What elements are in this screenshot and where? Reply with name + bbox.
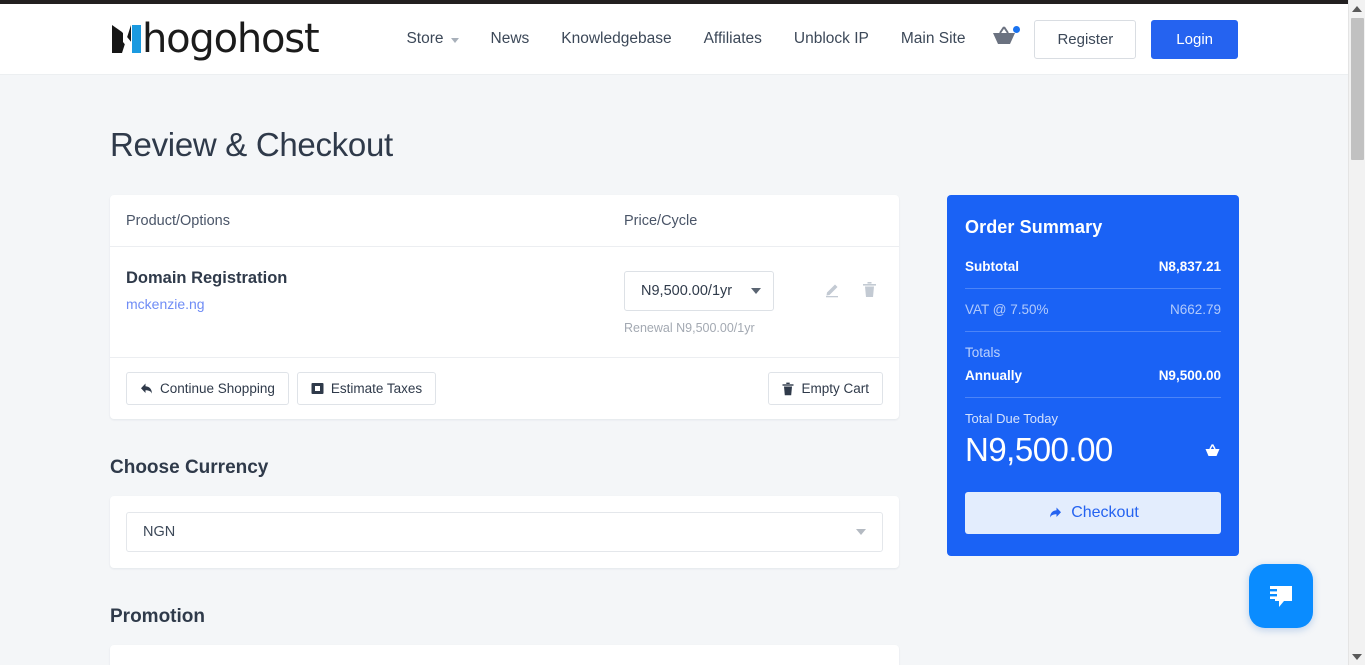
nav-label: Store (406, 30, 444, 47)
cart-badge-dot (1013, 26, 1021, 33)
vat-label: VAT @ 7.50% (965, 302, 1049, 317)
chat-widget-button[interactable] (1249, 564, 1313, 628)
annually-value: N9,500.00 (1158, 368, 1221, 383)
divider (965, 397, 1221, 398)
edit-item-button[interactable] (824, 281, 841, 298)
estimate-taxes-button[interactable]: Estimate Taxes (296, 372, 437, 405)
nav-label: News (490, 30, 530, 47)
page-content: Review & Checkout Product/Options Price/… (0, 75, 1348, 665)
choose-currency-title: Choose Currency (110, 457, 269, 478)
cart-card: Product/Options Price/Cycle Domain Regis… (110, 195, 899, 419)
summary-row-subtotal: Subtotal N8,837.21 (965, 259, 1221, 288)
site-header: hogohost Store News Knowledgebase Affili… (0, 4, 1348, 75)
cell-price: N9,500.00/1yr Renewal N9,500.00/1yr (624, 269, 824, 335)
main-nav: Store News Knowledgebase Affiliates Unbl… (406, 30, 965, 48)
estimate-taxes-label: Estimate Taxes (330, 381, 423, 396)
billing-cycle-select[interactable]: N9,500.00/1yr (624, 271, 774, 311)
scroll-up-button[interactable] (1349, 0, 1365, 17)
cart-table-header: Product/Options Price/Cycle (110, 195, 899, 247)
nav-item-knowledgebase[interactable]: Knowledgebase (561, 30, 671, 48)
scroll-up-arrow-icon (1352, 5, 1362, 12)
nav-item-unblock-ip[interactable]: Unblock IP (794, 30, 869, 48)
nav-item-main-site[interactable]: Main Site (901, 30, 966, 48)
register-button[interactable]: Register (1034, 19, 1137, 59)
page-scrollbar[interactable] (1348, 0, 1365, 665)
order-summary-title: Order Summary (965, 217, 1103, 237)
nav-item-news[interactable]: News (491, 30, 530, 48)
basket-icon (1205, 443, 1220, 456)
promotion-title: Promotion (110, 606, 205, 627)
logo-text: hogohost (142, 16, 320, 62)
nav-label: Affiliates (703, 30, 762, 47)
billing-cycle-value: N9,500.00/1yr (641, 283, 733, 299)
chevron-down-icon (751, 288, 761, 294)
divider (965, 331, 1221, 332)
renewal-note: Renewal N9,500.00/1yr (624, 321, 755, 335)
content-layout: Product/Options Price/Cycle Domain Regis… (110, 195, 1348, 665)
checkout-button[interactable]: Checkout (965, 492, 1221, 534)
summary-row-vat: VAT @ 7.50% N662.79 (965, 302, 1221, 331)
product-name: Domain Registration (126, 269, 288, 287)
cart-column: Product/Options Price/Cycle Domain Regis… (110, 195, 899, 665)
scroll-down-arrow-icon (1352, 653, 1362, 660)
totals-label: Totals (965, 345, 1001, 360)
nav-item-affiliates[interactable]: Affiliates (704, 30, 762, 48)
chevron-down-icon (856, 529, 866, 535)
trash-icon (863, 282, 876, 297)
whogohost-w-logo-icon (112, 25, 141, 53)
chat-bubble-icon (1266, 586, 1292, 607)
table-row: Domain Registration mckenzie.ng N9,500.0… (110, 247, 899, 358)
page-title: Review & Checkout (110, 126, 393, 163)
vat-value: N662.79 (1169, 302, 1221, 317)
product-domain-link[interactable]: mckenzie.ng (126, 296, 205, 312)
continue-shopping-label: Continue Shopping (160, 381, 275, 396)
header-actions: Register Login (991, 19, 1238, 59)
site-logo[interactable]: hogohost (110, 16, 320, 62)
nav-label: Main Site (900, 30, 966, 47)
arrow-forward-icon (1050, 507, 1062, 518)
continue-shopping-button[interactable]: Continue Shopping (126, 372, 289, 405)
divider (965, 288, 1221, 289)
total-due-today-amount: N9,500.00 (965, 431, 1113, 468)
pencil-icon (826, 284, 838, 298)
currency-value: NGN (143, 524, 176, 540)
annually-label: Annually (965, 368, 1023, 383)
scroll-down-button[interactable] (1349, 648, 1365, 665)
total-due-today-row: N9,500.00 (965, 428, 1221, 472)
total-due-today-label: Total Due Today (965, 411, 1058, 426)
currency-card: NGN (110, 496, 899, 568)
chevron-down-icon (450, 37, 459, 43)
summary-row-annually: Annually N9,500.00 (965, 368, 1221, 397)
column-header-price: Price/Cycle (624, 213, 698, 229)
cart-button[interactable] (991, 25, 1021, 53)
trash-icon (782, 382, 794, 395)
nav-item-store[interactable]: Store (406, 30, 459, 48)
scrollbar-thumb[interactable] (1351, 18, 1364, 160)
page-root: hogohost Store News Knowledgebase Affili… (0, 0, 1365, 665)
nav-label: Unblock IP (793, 30, 869, 47)
subtotal-value: N8,837.21 (1158, 259, 1221, 274)
row-actions (824, 269, 899, 335)
order-summary-panel: Order Summary Subtotal N8,837.21 VAT @ 7… (947, 195, 1239, 556)
arrow-back-icon (141, 383, 152, 394)
cell-product: Domain Registration mckenzie.ng (110, 269, 624, 335)
summary-column: Order Summary Subtotal N8,837.21 VAT @ 7… (947, 195, 1239, 556)
checkout-label: Checkout (1071, 504, 1139, 521)
currency-select[interactable]: NGN (126, 512, 883, 552)
nav-label: Knowledgebase (561, 30, 672, 47)
delete-item-button[interactable] (862, 281, 877, 298)
cart-action-bar: Continue Shopping Estimate Taxes Empty C… (110, 358, 899, 419)
column-header-product: Product/Options (126, 213, 230, 229)
empty-cart-label: Empty Cart (801, 381, 869, 396)
empty-cart-button[interactable]: Empty Cart (768, 372, 883, 405)
promotion-card (110, 645, 899, 665)
calculator-icon (311, 383, 324, 394)
login-button[interactable]: Login (1151, 19, 1238, 59)
subtotal-label: Subtotal (965, 259, 1019, 274)
